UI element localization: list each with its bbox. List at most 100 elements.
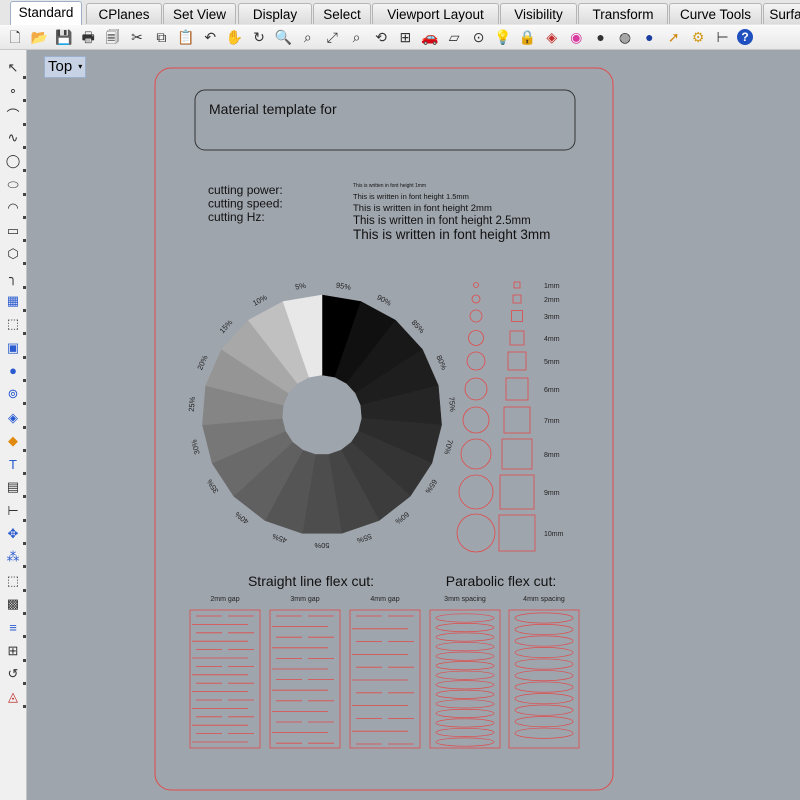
transform-icon[interactable]: ✥ xyxy=(3,524,26,545)
flex-sample-label: 3mm gap xyxy=(290,596,319,603)
parabolic-cut xyxy=(514,716,574,728)
zoom-extents-icon[interactable]: ⤢ xyxy=(322,27,342,47)
circle-cut-sample xyxy=(468,330,484,346)
flyout-marker xyxy=(23,169,26,173)
color-wheel-icon[interactable]: ◉ xyxy=(566,27,586,47)
flyout-marker xyxy=(23,635,26,639)
polyline-icon[interactable]: ⌒ xyxy=(3,105,26,126)
flex-sample-straight: 3mm gap xyxy=(269,596,341,749)
flex-sample-straight: 2mm gap xyxy=(189,596,261,749)
plane-icon[interactable]: ▱ xyxy=(444,27,464,47)
flyout-marker xyxy=(23,285,26,289)
zoom-window-icon[interactable]: ⌕ xyxy=(298,27,318,47)
surface-icon[interactable]: ▦ xyxy=(3,291,26,312)
rotate-camera-icon[interactable]: ⟲ xyxy=(371,27,391,47)
engrave-percent-label: 90% xyxy=(375,293,393,308)
point-icon[interactable]: ⊙ xyxy=(469,27,489,47)
four-viewports-icon[interactable]: ⊞ xyxy=(395,27,415,47)
tab-standard[interactable]: Standard xyxy=(10,1,82,25)
copy-icon[interactable]: ⧉ xyxy=(151,27,171,47)
polygon-icon[interactable]: ⬡ xyxy=(3,244,26,266)
tab-set-view[interactable]: Set View xyxy=(163,3,236,24)
page-setup-icon[interactable]: 🗐 xyxy=(103,27,123,47)
rotate-view-icon[interactable]: ↻ xyxy=(249,27,269,47)
sphere-icon[interactable]: ● xyxy=(3,361,26,382)
font-height-samples: This is written in font height 1mm This i… xyxy=(353,183,550,242)
history-icon[interactable]: ↺ xyxy=(3,664,26,685)
flex-outline xyxy=(508,609,580,749)
extrude-icon[interactable]: ⬚ xyxy=(3,314,26,336)
top-viewport[interactable]: Material template for cutting power: cutt… xyxy=(27,50,800,800)
curve-icon[interactable]: ∿ xyxy=(3,128,26,149)
tab-surfa[interactable]: Surfa xyxy=(763,3,800,24)
circle-icon[interactable]: ◯ xyxy=(3,151,26,173)
point-icon[interactable]: ∘ xyxy=(3,81,26,103)
box-icon[interactable]: ▣ xyxy=(3,338,26,359)
circle-cut-sample xyxy=(460,438,492,470)
tab-cplanes[interactable]: CPlanes xyxy=(86,3,162,24)
new-file-icon[interactable]: 🗋 xyxy=(5,27,25,47)
material-icon[interactable]: ◈ xyxy=(542,27,562,47)
group-icon[interactable]: ⬚ xyxy=(3,571,26,592)
flyout-marker xyxy=(23,425,26,429)
ellipse-icon[interactable]: ⬭ xyxy=(3,175,26,196)
tab-curve-tools[interactable]: Curve Tools xyxy=(669,3,762,24)
tab-visibility[interactable]: Visibility xyxy=(500,3,577,24)
tab-display[interactable]: Display xyxy=(238,3,312,24)
print-icon[interactable]: 🖶 xyxy=(78,27,98,47)
paste-icon[interactable]: 📋 xyxy=(176,27,196,47)
viewport-tab-top[interactable]: Top ▾ xyxy=(44,56,87,78)
flyout-marker xyxy=(23,262,26,266)
arc-icon[interactable]: ◠ xyxy=(3,198,26,219)
pan-icon[interactable]: ✋ xyxy=(225,27,245,47)
dimension-icon[interactable]: ⊢ xyxy=(713,27,733,47)
car-render-icon[interactable]: 🚗 xyxy=(420,27,440,47)
ribbon-tabs: Standard CPlanes Set View Display Select View… xyxy=(0,0,800,26)
size-label: 6mm xyxy=(544,387,560,394)
engrave-percent-label: 55% xyxy=(356,532,373,545)
select-icon[interactable]: ↖ xyxy=(3,58,26,79)
undo-icon[interactable]: ↶ xyxy=(200,27,220,47)
engrave-gray-wheel: 95% 90% 85% 80% 75% 70% 65% 60% 55% 50% 45% 40% 35% 3… xyxy=(187,281,457,550)
chevron-down-icon[interactable]: ▾ xyxy=(78,62,82,71)
blue-sphere-icon[interactable]: ● xyxy=(639,27,659,47)
font-sample: This is written in font height 3mm xyxy=(353,227,550,242)
save-icon[interactable]: 💾 xyxy=(54,27,74,47)
cylinder-icon[interactable]: ⊚ xyxy=(3,384,26,406)
solid-tools-icon[interactable]: ◆ xyxy=(3,431,26,452)
square-cut-sample xyxy=(509,330,525,346)
layer-icon[interactable]: ≡ xyxy=(3,617,26,639)
flex-sample-label: 4mm gap xyxy=(370,596,399,603)
tab-select[interactable]: Select xyxy=(313,3,371,24)
size-label: 1mm xyxy=(544,283,560,290)
shaded-sphere-icon[interactable]: ● xyxy=(591,27,611,47)
flyout-marker xyxy=(23,472,26,476)
fillet-icon[interactable]: ╮ xyxy=(3,268,26,289)
flyout-marker xyxy=(23,192,26,196)
parabolic-cut xyxy=(514,670,574,682)
gear-icon[interactable]: ⚙ xyxy=(688,27,708,47)
open-file-icon[interactable]: 📂 xyxy=(29,27,49,47)
rectangle-icon[interactable]: ▭ xyxy=(3,221,26,243)
dim-icon[interactable]: ⊢ xyxy=(3,501,26,522)
parabolic-cut xyxy=(435,651,495,661)
mesh-icon[interactable]: ◈ xyxy=(3,408,26,429)
hatch-icon[interactable]: ▤ xyxy=(3,477,26,499)
tab-viewport-layout[interactable]: Viewport Layout xyxy=(372,3,499,24)
tab-transform[interactable]: Transform xyxy=(578,3,668,24)
grid-icon[interactable]: ⊞ xyxy=(3,641,26,662)
cut-icon[interactable]: ✂ xyxy=(127,27,147,47)
zoom-selected-icon[interactable]: ⌕ xyxy=(347,27,367,47)
array-icon[interactable]: ⁂ xyxy=(3,547,26,569)
render-sphere-icon[interactable]: ◍ xyxy=(615,27,635,47)
block-icon[interactable]: ▩ xyxy=(3,594,26,615)
flyout-marker xyxy=(23,215,26,219)
lightbulb-icon[interactable]: 💡 xyxy=(493,27,513,47)
text-icon[interactable]: T xyxy=(3,454,26,476)
lock-icon[interactable]: 🔒 xyxy=(517,27,537,47)
zoom-icon[interactable]: 🔍 xyxy=(273,27,293,47)
select-arrow-icon[interactable]: ➚ xyxy=(664,27,684,47)
analyze-icon[interactable]: ◬ xyxy=(3,687,26,709)
size-label: 7mm xyxy=(544,418,560,425)
help-icon[interactable]: ? xyxy=(737,29,753,45)
